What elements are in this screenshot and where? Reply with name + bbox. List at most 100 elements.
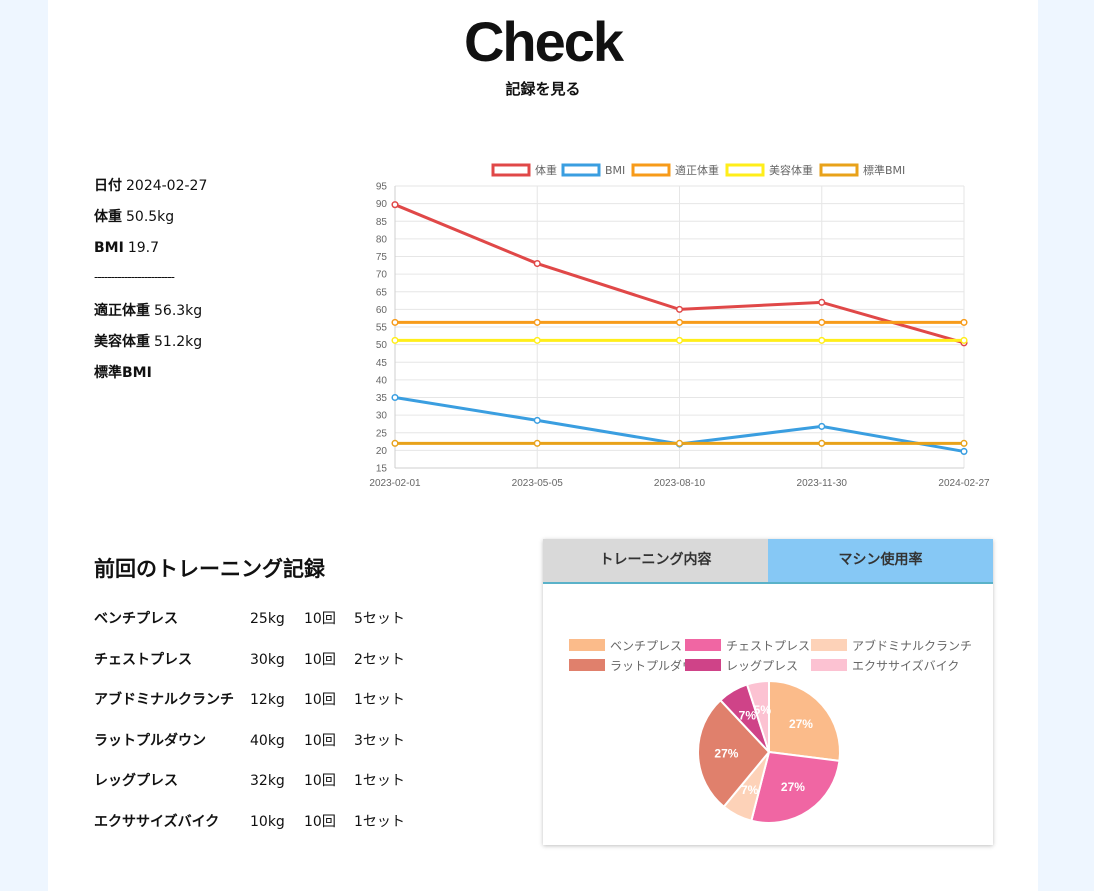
training-sets: 2セット — [354, 651, 405, 668]
pie-value-label-1: 27% — [781, 780, 805, 794]
data-point-4 — [960, 439, 968, 447]
data-point-3 — [675, 336, 684, 344]
stat-ideal-weight: 適正体重 56.3kg — [94, 300, 294, 331]
x-tick-label: 2023-11-30 — [797, 478, 848, 489]
pie-chart-area: ベンチプレス チェストプレス アブドミナルクランチ ラットプルダウン レッグプレス エクサ… — [543, 584, 993, 845]
stats-panel: 日付 2024-02-27 体重 50.5kg BMI 19.7 ----------… — [94, 175, 294, 393]
data-point-4 — [818, 439, 826, 447]
line-chart-svg: 15 20 25 30 35 40 45 50 55 60 65 70 75 80 85 90 95 2023-0… — [369, 163, 990, 489]
page-title: Check — [463, 10, 624, 73]
tab-machine-usage[interactable]: マシン使用率 — [768, 539, 993, 582]
legend-swatch-0 — [491, 163, 531, 177]
stat-std-bmi-label: 標準BMI — [94, 365, 152, 381]
legend-label-2: 適正体重 — [675, 163, 719, 177]
pie-value-label-2: 7% — [741, 783, 759, 797]
data-point-2 — [391, 318, 399, 326]
data-point-4 — [675, 439, 684, 447]
training-name: ベンチプレス — [94, 611, 178, 627]
pie-legend-label-4: レッグプレス — [726, 659, 798, 673]
data-point-2 — [818, 318, 826, 326]
pie-value-label-3: 27% — [714, 746, 738, 760]
y-tick-label: 35 — [376, 393, 388, 404]
data-point-2 — [675, 318, 684, 326]
y-tick-label: 45 — [376, 358, 388, 369]
data-point-0 — [533, 260, 541, 268]
pie-legend-swatch-5 — [811, 659, 847, 671]
training-name: エクササイズバイク — [94, 813, 220, 830]
x-tick-label: 2023-08-10 — [654, 478, 706, 489]
pie-legend-label-5: エクササイズバイク — [852, 658, 959, 673]
data-point-0 — [818, 298, 826, 306]
training-reps: 10回 — [304, 732, 336, 749]
legend-swatch-1 — [561, 163, 601, 177]
page: Check 記録を見る 日付 2024-02-27 体重 50.5kg BMI 19.… — [48, 0, 1038, 891]
pie-legend-swatch-3 — [569, 659, 605, 671]
training-weight: 25kg — [250, 611, 285, 627]
training-section-title: 前回のトレーニング記録 — [94, 557, 325, 581]
pie-legend-swatch-2 — [811, 639, 847, 651]
stat-weight-label: 体重 — [94, 209, 122, 225]
stat-bmi-label: BMI — [94, 240, 124, 256]
stat-date-value: 2024-02-27 — [126, 178, 208, 194]
training-reps: 10回 — [304, 651, 336, 668]
training-weight: 12kg — [250, 692, 285, 708]
data-point-2 — [960, 318, 968, 326]
x-tick-label: 2024-02-27 — [938, 478, 990, 489]
x-tick-label: 2023-05-05 — [512, 478, 564, 489]
pie-legend-swatch-4 — [685, 659, 721, 671]
training-weight: 40kg — [250, 732, 285, 749]
data-point-3 — [818, 336, 826, 344]
y-tick-label: 15 — [376, 464, 388, 475]
y-tick-label: 55 — [376, 323, 388, 334]
stats-separator: ------------------------ — [94, 270, 175, 284]
y-tick-label: 95 — [376, 182, 388, 193]
pie-legend-label-1: チェストプレス — [726, 639, 810, 653]
stat-beauty-weight: 美容体重 51.2kg — [94, 331, 294, 362]
y-tick-label: 80 — [376, 234, 388, 245]
y-tick-label: 50 — [376, 340, 388, 351]
pie-chart-svg: ベンチプレス チェストプレス アブドミナルクランチラットプルダウン レッグプレス エクサ… — [569, 638, 972, 824]
training-reps: 10回 — [304, 813, 336, 830]
pie-legend-label-0: ベンチプレス — [610, 639, 682, 653]
training-weight: 10kg — [250, 813, 285, 830]
y-tick-label: 40 — [376, 375, 388, 386]
page-subtitle: 記録を見る — [505, 80, 581, 98]
training-reps: 10回 — [304, 773, 336, 789]
training-sets: 3セット — [354, 732, 405, 749]
stat-date: 日付 2024-02-27 — [94, 175, 294, 206]
tab-training-content[interactable]: トレーニング内容 — [543, 539, 768, 582]
data-point-1 — [960, 447, 968, 455]
x-tick-label: 2023-02-01 — [369, 478, 421, 489]
data-point-2 — [533, 318, 541, 326]
data-point-1 — [818, 422, 826, 430]
y-tick-label: 30 — [376, 411, 388, 422]
legend-swatch-2 — [631, 163, 671, 177]
training-sets: 5セット — [354, 611, 405, 627]
stat-ideal-value: 56.3kg — [154, 303, 203, 319]
training-name: レッグプレス — [94, 773, 178, 789]
training-sets: 1セット — [354, 813, 405, 830]
data-point-4 — [533, 439, 541, 447]
training-name: チェストプレス — [94, 651, 192, 668]
y-tick-label: 75 — [376, 252, 388, 263]
y-tick-label: 60 — [376, 305, 388, 316]
y-tick-label: 65 — [376, 287, 388, 298]
stat-ideal-label: 適正体重 — [94, 303, 150, 319]
pie-legend-swatch-0 — [569, 639, 605, 651]
stat-date-label: 日付 — [94, 178, 122, 194]
legend-label-0: 体重 — [535, 163, 557, 177]
legend-swatch-3 — [725, 163, 765, 177]
data-point-3 — [391, 336, 399, 344]
data-point-0 — [391, 201, 399, 209]
training-reps: 10回 — [304, 692, 336, 708]
legend-label-3: 美容体重 — [769, 163, 813, 177]
stat-beauty-value: 51.2kg — [154, 334, 203, 350]
data-point-3 — [533, 336, 541, 344]
pie-value-label-5: 5% — [754, 703, 772, 717]
y-tick-label: 20 — [376, 446, 388, 457]
legend-label-1: BMI — [605, 164, 625, 177]
data-point-0 — [675, 305, 684, 313]
y-tick-label: 70 — [376, 270, 388, 281]
stat-weight-value: 50.5kg — [126, 209, 175, 225]
training-sets: 1セット — [354, 773, 405, 789]
